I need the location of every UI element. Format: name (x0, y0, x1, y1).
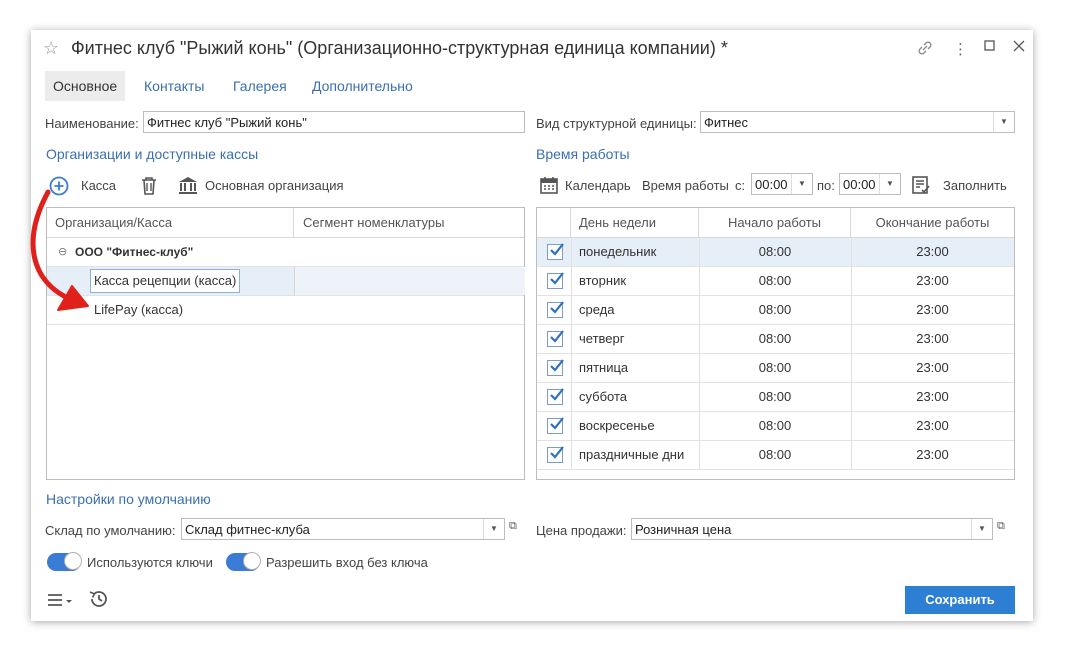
annotation-arrow (30, 189, 89, 311)
